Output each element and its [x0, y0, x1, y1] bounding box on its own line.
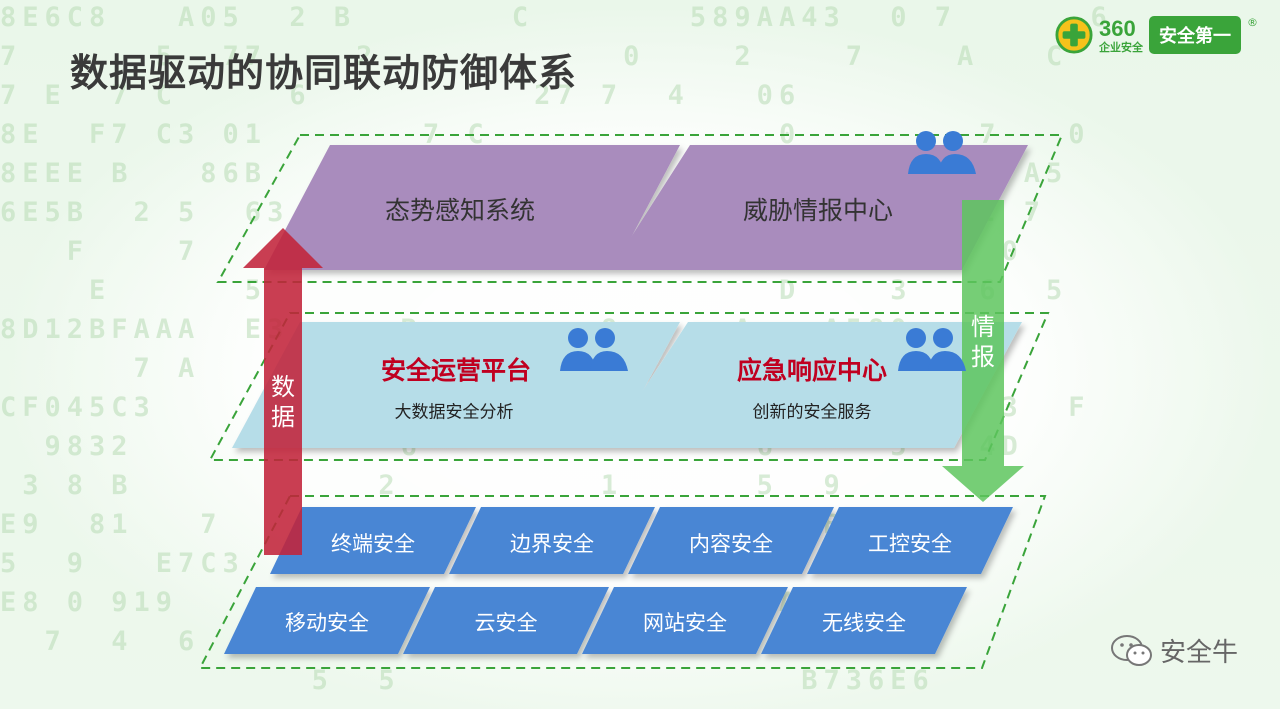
mid-title-ops: 安全运营平台 — [380, 356, 532, 385]
bot-label-endpoint: 终端安全 — [331, 532, 415, 556]
up-arrow-label: 数 据 — [271, 372, 295, 432]
mid-subtitle-response: 创新的安全服务 — [752, 402, 872, 423]
defense-diagram — [198, 131, 1064, 669]
bot-label-wireless: 无线安全 — [822, 611, 906, 635]
bot-label-cloud: 云安全 — [474, 611, 538, 635]
bot-label-content: 内容安全 — [689, 532, 773, 556]
mid-title-response: 应急响应中心 — [736, 356, 888, 385]
bot-label-website: 网站安全 — [643, 611, 727, 635]
down-arrow-label: 情 报 — [971, 312, 995, 372]
wechat-icon — [1110, 634, 1152, 666]
up-arrow-char-2: 据 — [271, 403, 295, 431]
bot-label-ics: 工控安全 — [868, 532, 952, 556]
top-label-intel: 威胁情报中心 — [742, 196, 894, 225]
watermark-text: 安全牛 — [1159, 638, 1238, 668]
bot-label-mobile: 移动安全 — [285, 611, 369, 635]
top-label-situation: 态势感知系统 — [384, 196, 536, 225]
bot-label-border: 边界安全 — [510, 532, 594, 556]
mid-subtitle-ops: 大数据安全分析 — [394, 402, 514, 423]
watermark: 安全牛 — [1110, 632, 1238, 669]
up-arrow-char-1: 数 — [271, 373, 295, 401]
down-arrow-char-1: 情 — [971, 313, 995, 341]
down-arrow-char-2: 报 — [971, 343, 995, 371]
